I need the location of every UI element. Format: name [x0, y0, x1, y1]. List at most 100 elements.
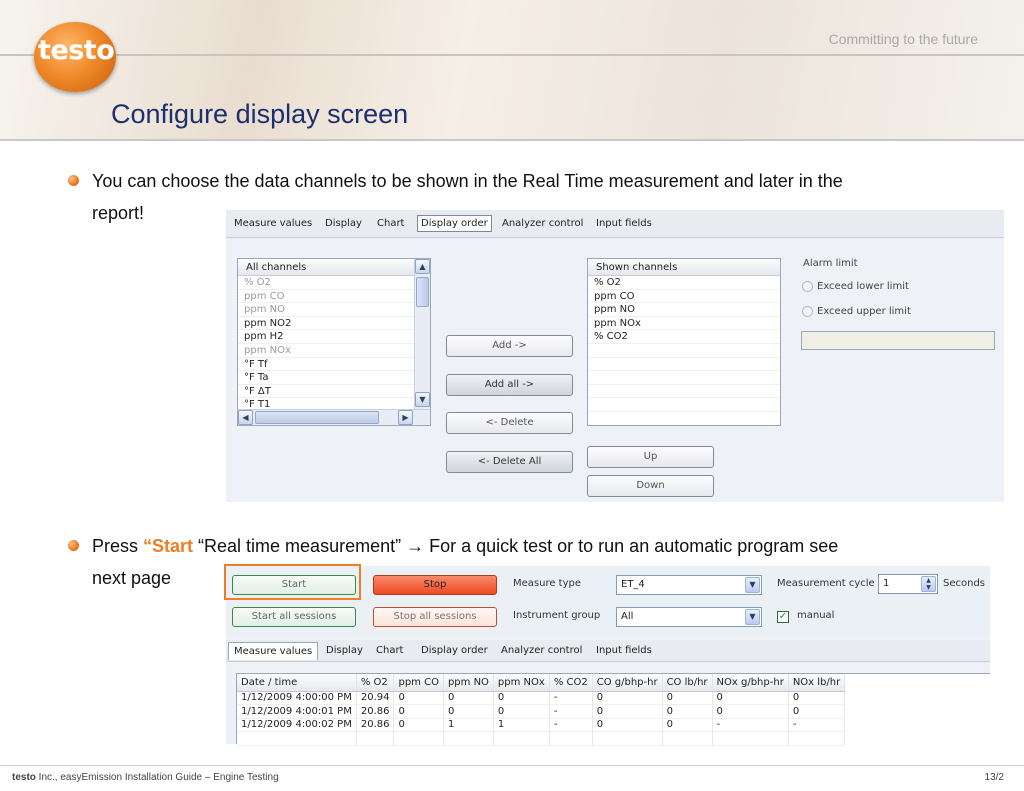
bullet-1-line-2: report! — [92, 203, 145, 223]
all-channels-item[interactable]: ppm H2 — [238, 330, 414, 344]
add-all-button[interactable]: Add all -> — [446, 374, 573, 396]
table-cell: 0 — [662, 718, 713, 732]
column-header[interactable]: ppm CO — [393, 674, 444, 692]
chevron-down-icon[interactable]: ▼ — [745, 577, 760, 593]
delete-button[interactable]: <- Delete — [446, 412, 573, 434]
vertical-scrollbar[interactable]: ▲ ▼ — [414, 259, 430, 409]
measurement-cycle-label: Measurement cycle — [777, 578, 875, 589]
measurement-cycle-value: 1 — [883, 578, 890, 589]
all-channels-item[interactable]: °F ΔT — [238, 385, 414, 399]
column-header[interactable]: % CO2 — [549, 674, 593, 692]
logo-text: testo — [38, 35, 115, 66]
slide-title: Configure display screen — [111, 99, 409, 129]
delete-all-button[interactable]: <- Delete All — [446, 451, 573, 473]
tab-input-fields[interactable]: Input fields — [596, 645, 652, 656]
exceed-lower-radio[interactable] — [802, 281, 813, 292]
empty-list-row — [588, 371, 780, 385]
shown-channels-item[interactable]: ppm CO — [588, 290, 780, 304]
start-all-sessions-button[interactable]: Start all sessions — [232, 607, 356, 627]
column-header[interactable]: CO g/bhp-hr — [592, 674, 663, 692]
scroll-h-thumb[interactable] — [255, 411, 379, 424]
table-cell: 0 — [662, 691, 713, 705]
all-channels-list[interactable]: All channels % O2 ppm CO ppm NO ppm NO2 ppm … — [237, 258, 431, 426]
shown-channels-list[interactable]: Shown channels % O2 ppm CO ppm NO ppm NOx% … — [587, 258, 781, 426]
all-channels-item[interactable]: ppm NO2 — [238, 317, 414, 331]
all-channels-item[interactable]: % O2 — [238, 276, 414, 290]
tab-measure-values[interactable]: Measure values — [234, 218, 312, 229]
table-cell: 0 — [393, 718, 444, 732]
column-header[interactable]: % O2 — [356, 674, 395, 692]
scroll-up-icon[interactable]: ▲ — [415, 259, 430, 274]
start-button[interactable]: Start — [232, 575, 356, 595]
alarm-limit-input[interactable] — [801, 331, 995, 350]
shown-channels-item[interactable]: ppm NO — [588, 303, 780, 317]
chevron-down-icon[interactable]: ▼ — [745, 609, 760, 625]
column-header[interactable]: NOx lb/hr — [788, 674, 846, 692]
bullet-icon — [68, 175, 79, 186]
tab-display-order[interactable]: Display order — [417, 215, 492, 232]
exceed-lower-label: Exceed lower limit — [817, 281, 909, 292]
page-number: 13/2 — [984, 772, 1004, 783]
table-row[interactable]: 1/12/2009 4:00:02 PM 20.86 0 1 1-0 0- - — [237, 718, 846, 732]
scroll-thumb[interactable] — [416, 277, 429, 307]
instrument-group-label: Instrument group — [513, 610, 601, 621]
display-order-screenshot: Measure values Display Chart Display ord… — [226, 210, 1004, 502]
tab-analyzer-control[interactable]: Analyzer control — [502, 218, 583, 229]
header-divider — [0, 139, 1024, 141]
table-cell: 20.86 — [356, 718, 395, 732]
tab-chart[interactable]: Chart — [376, 645, 403, 656]
all-channels-header: All channels — [238, 259, 414, 276]
tab-measure-values[interactable]: Measure values — [228, 642, 319, 660]
exceed-upper-radio[interactable] — [802, 306, 813, 317]
table-row[interactable] — [237, 731, 846, 746]
table-cell: 0 — [493, 691, 550, 705]
table-cell — [237, 731, 357, 746]
empty-list-row — [588, 358, 780, 372]
scroll-down-icon[interactable]: ▼ — [415, 392, 430, 407]
column-header[interactable]: ppm NO — [443, 674, 494, 692]
all-channels-item[interactable]: ppm NOx — [238, 344, 414, 358]
stop-button[interactable]: Stop — [373, 575, 497, 595]
all-channels-item[interactable]: ppm NO — [238, 303, 414, 317]
all-channels-item[interactable]: °F Ta — [238, 371, 414, 385]
tab-display-order[interactable]: Display order — [421, 645, 488, 656]
all-channels-item[interactable]: ppm CO — [238, 290, 414, 304]
spinner-arrows-icon[interactable]: ▲ ▼ — [921, 576, 936, 592]
column-header[interactable]: ppm NOx — [493, 674, 550, 692]
add-button[interactable]: Add -> — [446, 335, 573, 357]
all-channels-item[interactable]: °F Tf — [238, 358, 414, 372]
table-cell: 0 — [393, 691, 444, 705]
scroll-right-icon[interactable]: ▶ — [398, 410, 413, 425]
table-cell: 0 — [592, 718, 663, 732]
manual-checkbox[interactable]: ✓ — [777, 611, 789, 623]
measurement-cycle-spinner[interactable]: 1 ▲ ▼ — [878, 574, 938, 594]
measure-type-select[interactable]: ET_4 ▼ — [616, 575, 762, 595]
shown-channels-item[interactable]: ppm NOx — [588, 317, 780, 331]
scroll-left-icon[interactable]: ◀ — [238, 410, 253, 425]
instrument-group-value: All — [621, 611, 634, 622]
measure-type-value: ET_4 — [621, 579, 645, 590]
table-cell — [788, 731, 846, 746]
start-highlight: “Start — [143, 536, 194, 556]
table-cell: 20.94 — [356, 691, 395, 705]
horizontal-scrollbar[interactable]: ◀ ▶ — [238, 409, 430, 425]
shown-channels-item[interactable]: % O2 — [588, 276, 780, 290]
stop-all-sessions-button[interactable]: Stop all sessions — [373, 607, 497, 627]
measure-values-grid: Date / time% O2 ppm CO ppm NO ppm NOx% CO2 C… — [236, 673, 990, 746]
table-row[interactable]: 1/12/2009 4:00:00 PM 20.94 0 0 0-0 0 0 0 — [237, 691, 846, 705]
tab-analyzer-control[interactable]: Analyzer control — [501, 645, 582, 656]
column-header[interactable]: NOx g/bhp-hr — [712, 674, 789, 692]
column-header[interactable]: CO lb/hr — [662, 674, 713, 692]
tab-display[interactable]: Display — [326, 645, 363, 656]
table-cell — [493, 731, 550, 746]
tab-display[interactable]: Display — [325, 218, 362, 229]
tab-input-fields[interactable]: Input fields — [596, 218, 652, 229]
bullet-2-rest: “Real time measurement” → For a quick te… — [193, 536, 839, 556]
column-header[interactable]: Date / time — [237, 674, 357, 692]
instrument-group-select[interactable]: All ▼ — [616, 607, 762, 627]
table-row[interactable]: 1/12/2009 4:00:01 PM 20.86 0 0 0-0 0 0 0 — [237, 704, 846, 719]
up-button[interactable]: Up — [587, 446, 714, 468]
down-button[interactable]: Down — [587, 475, 714, 497]
shown-channels-item[interactable]: % CO2 — [588, 330, 780, 344]
tab-chart[interactable]: Chart — [377, 218, 404, 229]
